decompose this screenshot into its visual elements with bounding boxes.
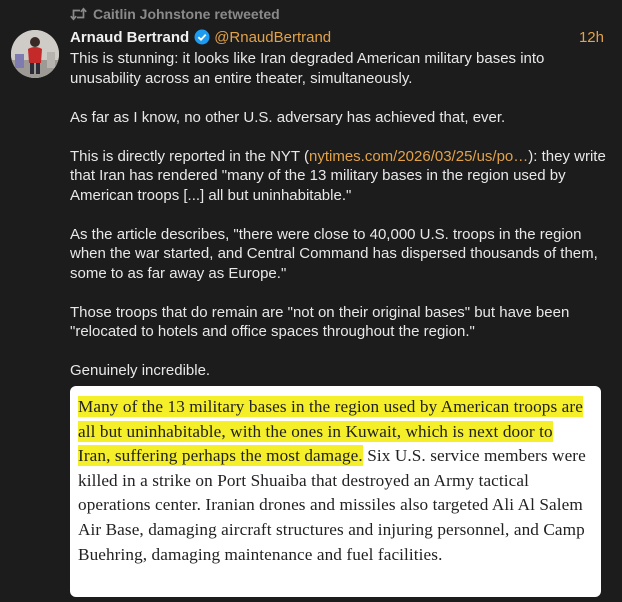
tweet-paragraph: Genuinely incredible. xyxy=(70,362,211,379)
avatar[interactable] xyxy=(11,30,59,78)
tweet-paragraph: This is directly reported in the NYT (ny… xyxy=(70,147,610,206)
tweet-body: This is stunning: it looks like Iran deg… xyxy=(70,49,610,400)
retweet-indicator: Caitlin Johnstone retweeted xyxy=(70,6,280,22)
article-excerpt: Many of the 13 military bases in the reg… xyxy=(78,395,588,567)
tweet-paragraph: As the article describes, "there were cl… xyxy=(70,225,598,282)
tweet-timestamp[interactable]: 12h xyxy=(579,29,604,46)
tweet-paragraph: This is stunning: it looks like Iran deg… xyxy=(70,50,545,87)
tweet-paragraph: As far as I know, no other U.S. adversar… xyxy=(70,108,506,126)
tweet-header: Arnaud Bertrand @RnaudBertrand 12h xyxy=(70,27,604,47)
author-handle[interactable]: @RnaudBertrand xyxy=(214,29,331,46)
paragraph-text: This is directly reported in the NYT ( xyxy=(70,147,309,165)
quoted-article-image[interactable]: Many of the 13 military bases in the reg… xyxy=(70,386,601,597)
author-name[interactable]: Arnaud Bertrand xyxy=(70,29,189,46)
tweet-paragraph: Those troops that do remain are "not on … xyxy=(70,303,570,341)
retweet-label[interactable]: Caitlin Johnstone retweeted xyxy=(93,6,280,22)
article-link[interactable]: nytimes.com/2026/03/25/us/po… xyxy=(309,148,528,165)
verified-badge-icon xyxy=(194,29,210,45)
retweet-icon xyxy=(70,7,87,21)
